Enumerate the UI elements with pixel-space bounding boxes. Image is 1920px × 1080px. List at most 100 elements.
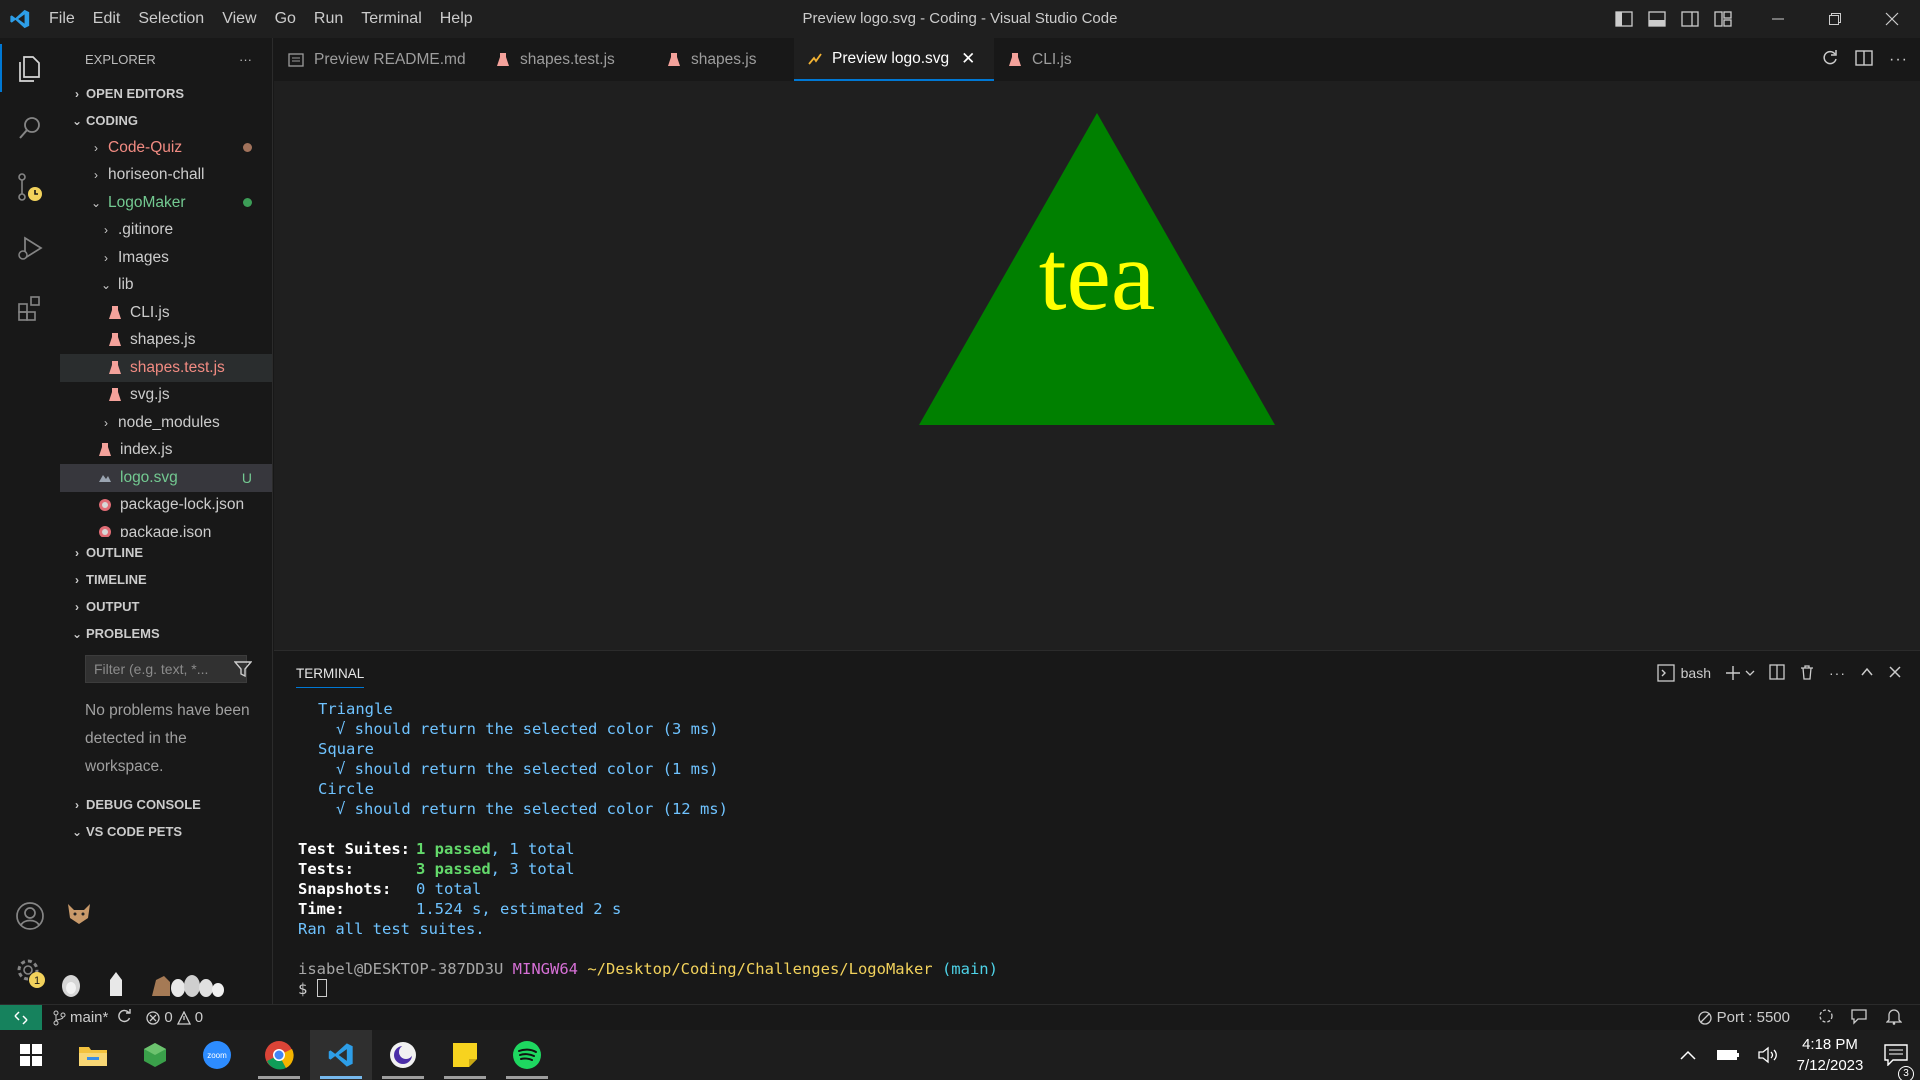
chevron-right-icon: › — [75, 545, 79, 560]
file-shapes-test-js[interactable]: shapes.test.js — [60, 354, 272, 382]
section-workspace[interactable]: ⌄ CODING — [60, 107, 272, 134]
problems-indicator[interactable]: 0 0 — [146, 1009, 203, 1026]
folder-horiseon[interactable]: › horiseon-chall — [60, 162, 272, 190]
new-terminal-button[interactable] — [1725, 665, 1755, 681]
pet-fox-icon[interactable] — [64, 898, 94, 932]
file-package-json[interactable]: package.json — [60, 519, 272, 537]
file-package-lock-json[interactable]: package-lock.json — [60, 492, 272, 520]
remote-indicator-icon[interactable] — [0, 1004, 42, 1031]
section-problems[interactable]: ⌄ PROBLEMS — [60, 620, 272, 647]
section-debug-console[interactable]: › DEBUG CONSOLE — [60, 791, 272, 818]
file-svg-js[interactable]: svg.js — [60, 382, 272, 410]
file-cli-js[interactable]: CLI.js — [60, 299, 272, 327]
folder-logomaker[interactable]: ⌄ LogoMaker — [60, 189, 272, 217]
taskbar-clock[interactable]: 4:18 PM 7/12/2023 — [1788, 1034, 1872, 1076]
folder-images[interactable]: › Images — [60, 244, 272, 272]
prompt-env: MINGW64 — [512, 960, 578, 978]
tab-preview-logo-svg[interactable]: Preview logo.svg ✕ — [794, 38, 994, 81]
tab-shapes-test-js[interactable]: shapes.test.js — [482, 38, 653, 81]
terminal-output[interactable]: Triangle √ should return the selected co… — [274, 695, 1920, 1003]
folder-lib[interactable]: ⌄ lib — [60, 272, 272, 300]
section-outline[interactable]: › OUTLINE — [60, 539, 272, 566]
sync-icon[interactable] — [116, 1008, 132, 1028]
error-icon — [146, 1010, 161, 1025]
filter-icon[interactable] — [233, 660, 253, 682]
file-label: index.js — [120, 441, 173, 459]
run-debug-icon[interactable] — [0, 218, 60, 278]
toggle-secondary-sidebar-icon[interactable] — [1673, 0, 1706, 38]
explorer-more-icon[interactable]: ··· — [239, 52, 252, 67]
browser-moon-app-icon[interactable] — [372, 1030, 434, 1080]
menu-help[interactable]: Help — [431, 0, 482, 38]
split-editor-icon[interactable] — [1855, 49, 1873, 71]
vscode-app-icon[interactable] — [310, 1030, 372, 1080]
file-explorer-icon[interactable] — [62, 1030, 124, 1080]
menu-edit[interactable]: Edit — [84, 0, 130, 38]
sticky-notes-app-icon[interactable] — [434, 1030, 496, 1080]
chrome-app-icon[interactable] — [248, 1030, 310, 1080]
problems-filter-input[interactable]: Filter (e.g. text, *... — [85, 655, 247, 683]
untracked-flag: U — [241, 469, 252, 486]
green-cube-app-icon[interactable] — [124, 1030, 186, 1080]
feedback-icon[interactable] — [1850, 1007, 1868, 1029]
spotify-app-icon[interactable] — [496, 1030, 558, 1080]
split-terminal-icon[interactable] — [1769, 663, 1785, 683]
folder-code-quiz[interactable]: › Code-Quiz — [60, 134, 272, 162]
customize-layout-icon[interactable] — [1706, 0, 1739, 38]
menu-file[interactable]: File — [40, 0, 84, 38]
notifications-bell-icon[interactable] — [1885, 1007, 1903, 1029]
close-window-icon[interactable] — [1863, 0, 1920, 38]
tab-cli-js[interactable]: CLI.js — [994, 38, 1114, 81]
tab-terminal[interactable]: TERMINAL — [296, 666, 365, 688]
source-control-icon[interactable] — [0, 158, 60, 218]
tab-shapes-js[interactable]: shapes.js — [653, 38, 794, 81]
file-shapes-js[interactable]: shapes.js — [60, 327, 272, 355]
tab-preview-readme[interactable]: Preview README.md — [274, 38, 482, 81]
zoom-app-icon[interactable]: zoom — [186, 1030, 248, 1080]
battery-icon[interactable] — [1708, 1048, 1748, 1062]
restore-icon[interactable] — [1806, 0, 1863, 38]
more-actions-icon[interactable]: ··· — [1889, 51, 1908, 69]
minimize-icon[interactable] — [1749, 0, 1806, 38]
search-icon[interactable] — [0, 98, 60, 158]
menu-selection[interactable]: Selection — [129, 0, 213, 38]
menu-view[interactable]: View — [213, 0, 265, 38]
toggle-primary-sidebar-icon[interactable] — [1607, 0, 1640, 38]
menu-go[interactable]: Go — [266, 0, 305, 38]
folder-gitignore[interactable]: › .gitinore — [60, 217, 272, 245]
kill-terminal-trash-icon[interactable] — [1799, 664, 1815, 683]
menu-terminal[interactable]: Terminal — [352, 0, 430, 38]
node-js-file-icon — [109, 388, 121, 402]
section-output[interactable]: › OUTPUT — [60, 593, 272, 620]
volume-icon[interactable] — [1748, 1046, 1788, 1064]
close-tab-icon[interactable]: ✕ — [961, 49, 975, 69]
menu-run[interactable]: Run — [305, 0, 352, 38]
accounts-icon[interactable] — [0, 886, 60, 946]
file-index-js[interactable]: index.js — [60, 437, 272, 465]
toggle-panel-icon[interactable] — [1640, 0, 1673, 38]
explorer-icon[interactable] — [0, 38, 60, 98]
prompt-branch: (main) — [941, 960, 998, 978]
extensions-icon[interactable] — [0, 278, 60, 338]
menu-bar: File Edit Selection View Go Run Terminal… — [40, 0, 482, 38]
activity-bar: 1 — [0, 38, 60, 1004]
branch-indicator[interactable]: main* — [52, 1009, 108, 1026]
maximize-panel-chevron-up-icon[interactable] — [1860, 665, 1874, 682]
file-logo-svg[interactable]: logo.svg U — [60, 464, 272, 492]
folder-node-modules[interactable]: › node_modules — [60, 409, 272, 437]
terminal-shell-selector[interactable]: bash — [1656, 664, 1711, 682]
panel-more-icon[interactable]: ··· — [1829, 665, 1846, 681]
live-server-port[interactable]: Port : 5500 — [1697, 1009, 1790, 1026]
close-panel-icon[interactable] — [1888, 665, 1902, 682]
manage-gear-icon[interactable]: 1 — [0, 943, 60, 1003]
refresh-icon[interactable] — [1821, 49, 1839, 71]
prompt-path: ~/Desktop/Coding/Challenges/LogoMaker — [587, 960, 933, 978]
windows-start-icon[interactable] — [0, 1030, 62, 1080]
section-vscode-pets[interactable]: ⌄ VS CODE PETS — [60, 818, 272, 845]
tray-chevron-up-icon[interactable] — [1668, 1050, 1708, 1060]
section-timeline[interactable]: › TIMELINE — [60, 566, 272, 593]
section-open-editors[interactable]: › OPEN EDITORS — [60, 80, 272, 107]
extension-status-icon[interactable] — [1817, 1007, 1835, 1029]
notification-center-icon[interactable]: 3 — [1872, 1044, 1920, 1080]
folder-label: horiseon-chall — [108, 166, 205, 184]
